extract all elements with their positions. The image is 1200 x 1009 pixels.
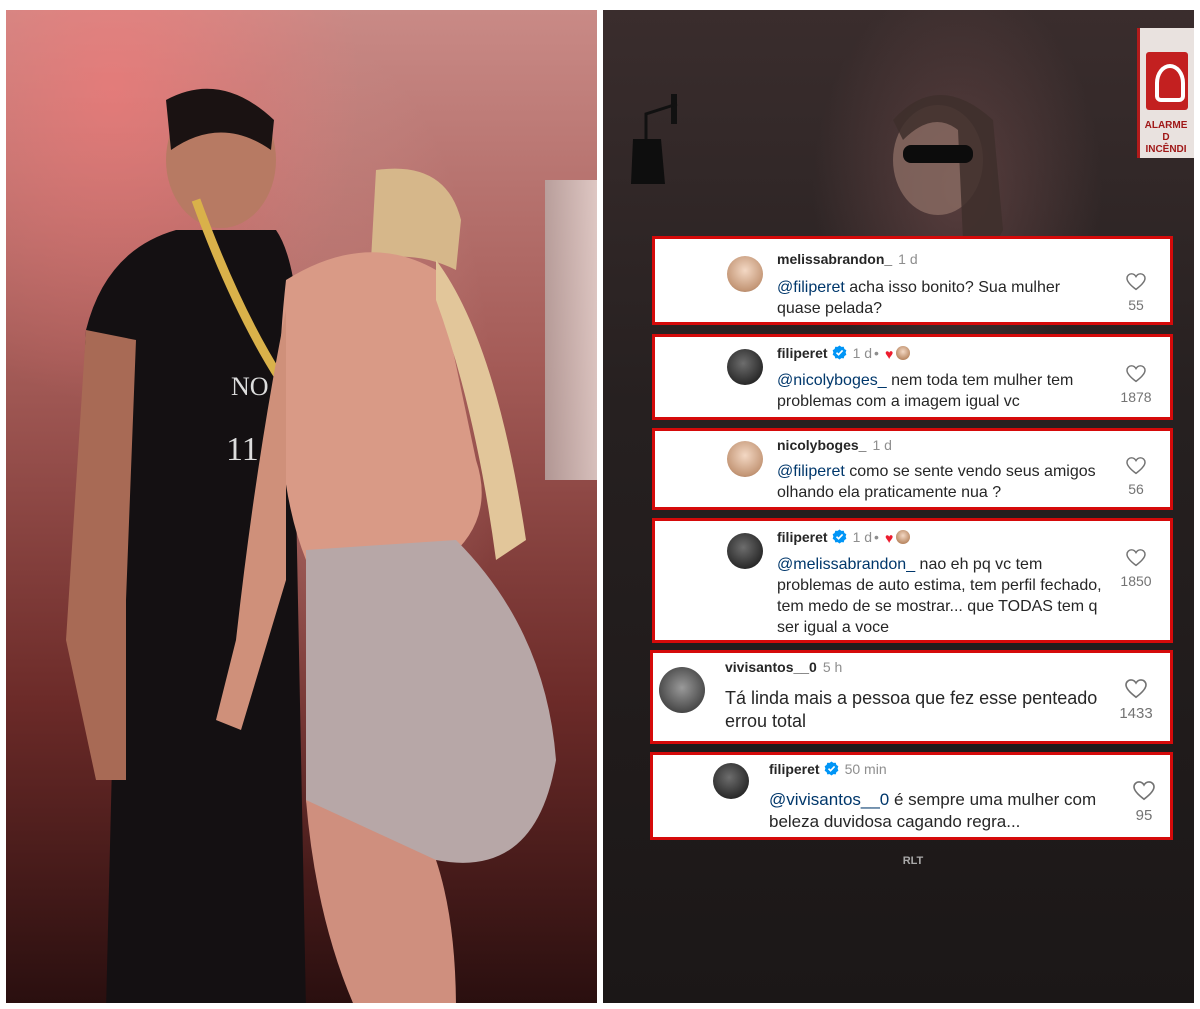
like-button[interactable]: 95	[1119, 781, 1169, 824]
like-count: 95	[1135, 807, 1153, 824]
comment-card: melissabrandon_ 1 d @filiperet acha isso …	[652, 236, 1173, 325]
like-count: 1878	[1120, 389, 1152, 405]
like-count: 1433	[1119, 705, 1153, 722]
comment-time: 1 d	[852, 529, 873, 545]
comment-time: 1 d	[898, 251, 918, 267]
heart-outline-icon	[1126, 457, 1146, 475]
comment-time: 1 d	[852, 345, 873, 361]
comment-time: 50 min	[844, 761, 887, 777]
comment-card: filiperet 1 d • ♥ @melissabrandon_ nao eh p…	[652, 518, 1173, 643]
verified-badge-icon	[832, 529, 846, 544]
heart-outline-icon	[1126, 273, 1146, 291]
wall-lamp	[631, 94, 678, 184]
like-count: 55	[1128, 297, 1144, 313]
mention-link[interactable]: @filiperet	[777, 463, 845, 480]
creator-mini-avatar	[896, 346, 911, 360]
like-button[interactable]: 55	[1111, 273, 1161, 313]
comment-text: @filiperet como se sente vendo seus amig…	[777, 463, 1096, 501]
avatar[interactable]	[727, 256, 763, 292]
comment-time: 5 h	[822, 659, 843, 675]
mention-link[interactable]: @melissabrandon_	[777, 556, 915, 573]
avatar[interactable]	[727, 533, 763, 569]
avatar[interactable]	[727, 441, 763, 477]
sign-line-1: ALARME D	[1144, 120, 1188, 143]
avatar[interactable]	[727, 349, 763, 385]
like-button[interactable]: 56	[1111, 457, 1161, 497]
comment-card: filiperet 1 d • ♥ @nicolyboges_ nem toda te…	[652, 334, 1173, 420]
avatar[interactable]	[659, 667, 705, 713]
author-liked-heart-icon: ♥	[884, 346, 894, 362]
mention-link[interactable]: @nicolyboges_	[777, 372, 887, 389]
mention-link[interactable]: @filiperet	[777, 279, 845, 296]
fire-alarm-sign: ALARME D INCÊNDI	[1137, 28, 1194, 158]
username[interactable]: filiperet	[777, 345, 828, 361]
username[interactable]: filiperet	[769, 761, 820, 777]
avatar[interactable]	[713, 763, 749, 799]
heart-outline-icon	[1126, 549, 1146, 567]
heart-outline-icon	[1125, 679, 1147, 699]
comment-text: @nicolyboges_ nem toda tem mulher tem pr…	[777, 372, 1074, 410]
creator-mini-avatar	[896, 530, 911, 544]
comment-text: @vivisantos__0 é sempre uma mulher com b…	[769, 790, 1097, 831]
comment-time: 1 d	[872, 437, 892, 453]
username[interactable]: filiperet	[777, 529, 828, 545]
heart-outline-icon	[1133, 781, 1155, 801]
heart-outline-icon	[1126, 365, 1146, 383]
username[interactable]: vivisantos__0	[725, 659, 817, 675]
comment-card: vivisantos__0 5 h Tá linda mais a pessoa …	[650, 650, 1173, 744]
comment-text: @filiperet acha isso bonito? Sua mulher …	[777, 279, 1061, 317]
verified-badge-icon	[824, 761, 838, 776]
fire-alarm-icon	[1146, 52, 1188, 110]
mention-link[interactable]: @vivisantos__0	[769, 790, 889, 809]
like-count: 56	[1128, 481, 1144, 497]
author-liked-heart-icon: ♥	[884, 530, 894, 546]
like-button[interactable]: 1433	[1111, 679, 1161, 722]
username[interactable]: melissabrandon_	[777, 251, 892, 267]
verified-badge-icon	[832, 345, 846, 360]
username[interactable]: nicolyboges_	[777, 437, 866, 453]
like-button[interactable]: 1878	[1111, 365, 1161, 405]
comment-card: filiperet 50 min @vivisantos__0 é sempre …	[650, 752, 1173, 840]
like-button[interactable]: 1850	[1111, 549, 1161, 589]
comment-text: Tá linda mais a pessoa que fez esse pent…	[725, 688, 1098, 731]
comment-text: @melissabrandon_ nao eh pq vc tem proble…	[777, 556, 1102, 636]
comment-card: nicolyboges_ 1 d @filiperet como se sente…	[652, 428, 1173, 510]
couple-photo: NO 11	[6, 10, 597, 1003]
sign-line-2: INCÊNDI	[1145, 144, 1187, 155]
woman-silhouette	[216, 168, 556, 1003]
like-count: 1850	[1120, 573, 1152, 589]
watermark-logo: RLT	[902, 855, 924, 867]
